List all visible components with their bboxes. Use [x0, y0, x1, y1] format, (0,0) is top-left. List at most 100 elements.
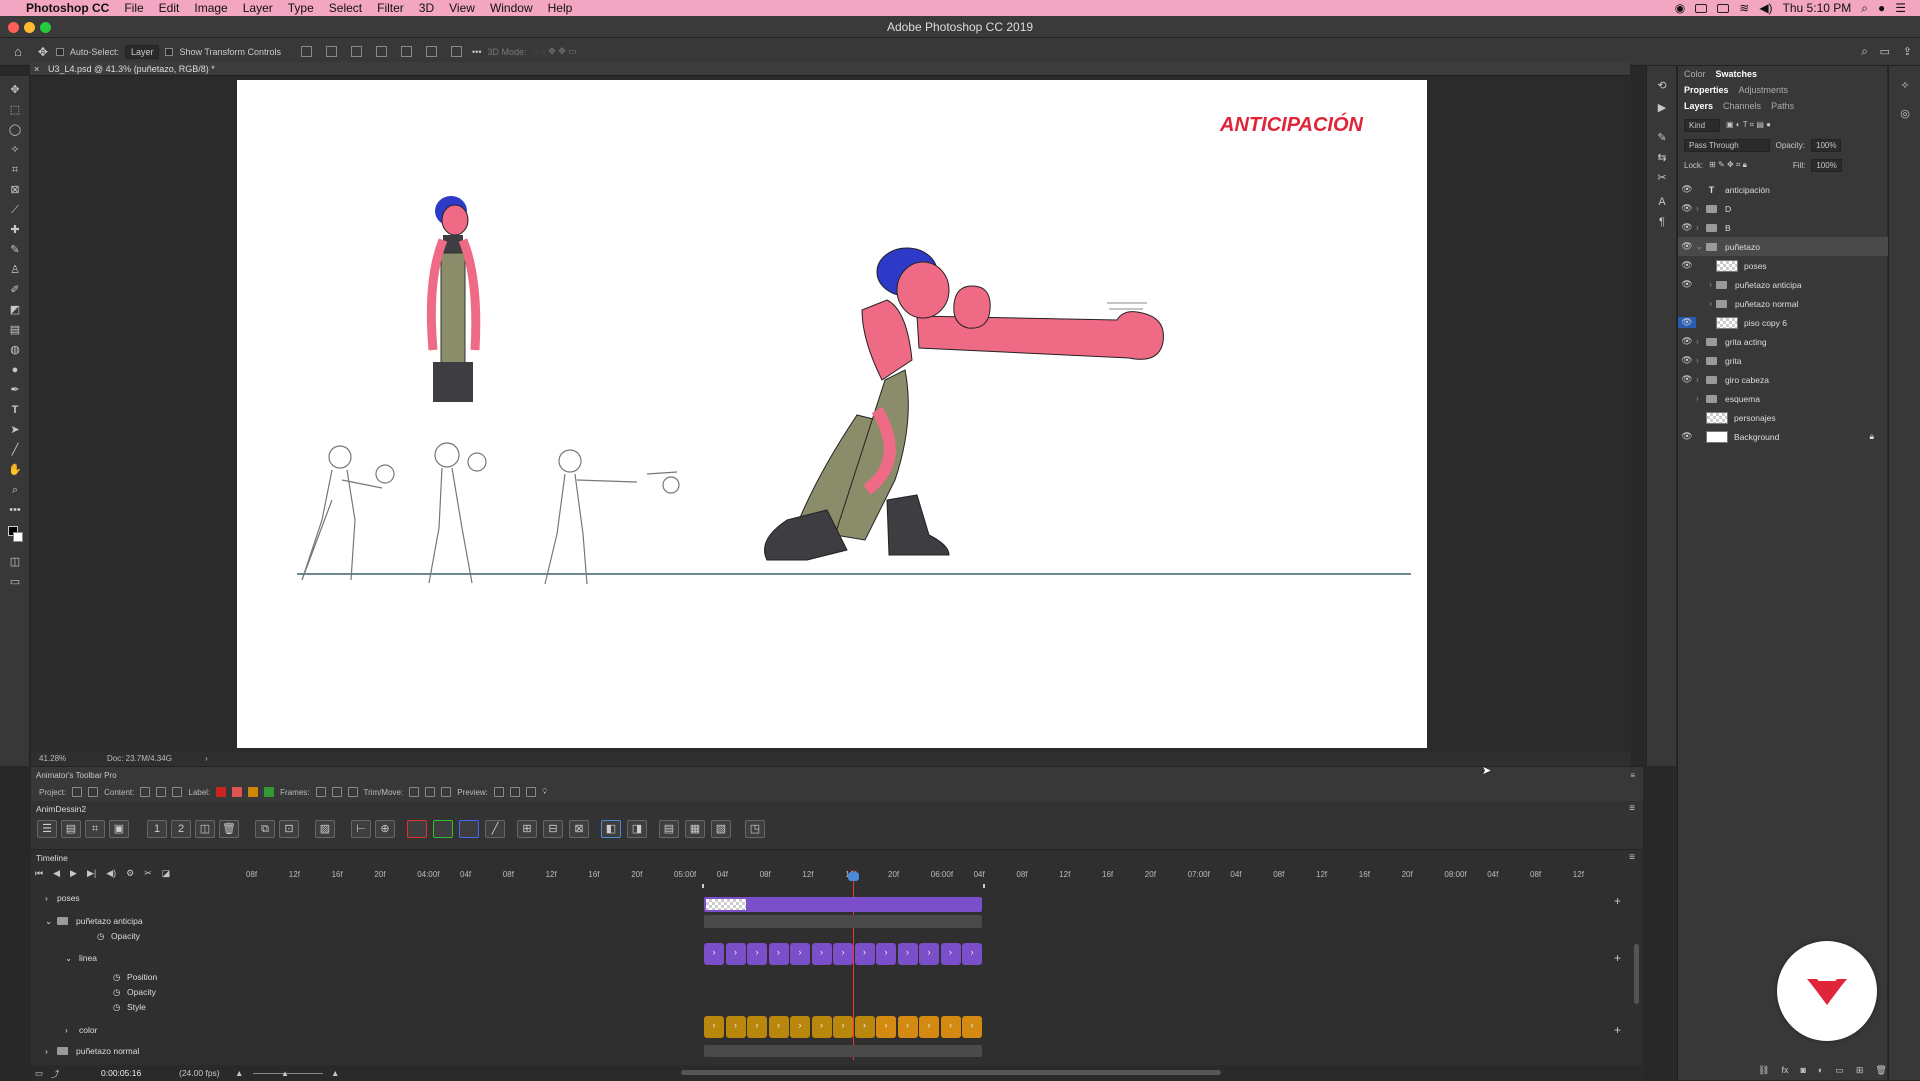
timecode[interactable]: 0:00:05:16 [101, 1068, 141, 1078]
layer-row[interactable]: 👁︎ Tanticipación [1678, 180, 1888, 199]
lasso-tool-icon[interactable]: ◯ [8, 124, 22, 136]
layer-row[interactable]: 👁︎ piso copy 6 [1678, 313, 1888, 332]
frame-cel[interactable]: › [940, 943, 961, 965]
screen-icon[interactable] [1717, 3, 1730, 13]
clip-group-normal[interactable] [704, 1045, 982, 1057]
align-center-icon[interactable] [326, 46, 338, 57]
screen-mode-icon[interactable]: ▭ [8, 576, 22, 588]
healing-brush-icon[interactable]: ✚ [8, 224, 22, 236]
tab-paths[interactable]: Paths [1771, 101, 1794, 111]
ad-button[interactable]: ⊞ [517, 820, 537, 838]
zoom-level[interactable]: 41.28% [39, 752, 66, 766]
label-yellow-swatch[interactable] [248, 787, 259, 797]
link-icon[interactable]: ⛓ [1758, 1065, 1769, 1076]
paragraph-icon[interactable]: ¶ [1655, 216, 1669, 228]
home-icon[interactable]: ⌂ [14, 44, 22, 59]
ad-button[interactable]: ▤ [61, 820, 81, 838]
chevron-down-icon[interactable]: ⌄ [1696, 242, 1706, 251]
tab-color[interactable]: Color [1684, 69, 1706, 79]
ad-button[interactable]: ▣ [109, 820, 129, 838]
track-poses[interactable]: › poses [31, 890, 231, 906]
frame-cel[interactable]: › [811, 943, 832, 965]
tab-properties[interactable]: Properties [1684, 85, 1729, 95]
move-tool-icon[interactable]: ✥ [38, 45, 48, 59]
ad-button[interactable]: 🗑︎ [219, 820, 239, 838]
frames-btn[interactable] [331, 787, 342, 797]
visibility-eye-icon[interactable]: 👁︎ [1678, 431, 1696, 442]
layer-row[interactable]: personajes [1678, 408, 1888, 427]
lock-icons[interactable]: ⊞ ✎ ✥ ⌗ 🔒︎ [1709, 160, 1747, 170]
brush-settings-icon[interactable]: ✎ [1655, 132, 1669, 144]
eraser-tool-icon[interactable]: ◩ [8, 304, 22, 316]
frame-cel[interactable]: › [962, 943, 982, 965]
frame-cel[interactable]: › [854, 943, 875, 965]
visibility-eye-icon[interactable]: 👁︎ [1678, 260, 1696, 271]
layer-row[interactable]: 👁︎ poses [1678, 256, 1888, 275]
trim-btn[interactable] [409, 787, 420, 797]
volume-icon[interactable]: ◀) [1759, 1, 1772, 15]
visibility-eye-icon[interactable]: 👁︎ [1678, 317, 1696, 328]
ad-button[interactable]: ⧉ [255, 820, 275, 838]
frame-cel[interactable]: › [833, 943, 853, 965]
render-icon[interactable]: ⤴ [51, 1068, 60, 1080]
ad-button-active[interactable]: ◧ [601, 820, 621, 838]
color-frames[interactable]: › › › › › › › › › › › › › [704, 1016, 982, 1040]
play-icon[interactable]: ▶ [1655, 102, 1669, 114]
onion-blue-button[interactable] [459, 820, 479, 838]
track-punetazo-normal[interactable]: › puñetazo normal [31, 1043, 231, 1059]
background-color-swatch[interactable] [13, 532, 23, 542]
kind-filter-dropdown[interactable]: Kind [1684, 118, 1721, 132]
move-tool-icon-2[interactable]: ✥ [8, 84, 22, 96]
layer-row[interactable]: › puñetazo normal [1678, 294, 1888, 313]
zoom-tool-icon[interactable]: ⌕ [8, 484, 22, 496]
chevron-right-icon[interactable]: › [1696, 337, 1706, 346]
label-red-swatch[interactable] [216, 787, 227, 797]
clock[interactable]: Thu 5:10 PM [1783, 1, 1852, 15]
magic-wand-icon[interactable]: ✧ [8, 144, 22, 156]
menu-layer[interactable]: Layer [243, 1, 273, 15]
trim-btn[interactable] [441, 787, 452, 797]
more-options-icon[interactable]: ••• [472, 47, 481, 57]
track-opacity[interactable]: ◷ Opacity [31, 928, 231, 944]
mask-icon[interactable]: ◙ [1800, 1065, 1805, 1076]
menu-app[interactable]: Photoshop CC [26, 1, 109, 15]
more-tools-icon[interactable]: ••• [8, 504, 22, 516]
playhead-handle[interactable] [848, 872, 859, 881]
add-media-icon[interactable]: + [1614, 894, 1621, 908]
content-btn[interactable] [156, 787, 167, 797]
visibility-eye-icon[interactable]: 👁︎ [1678, 203, 1696, 214]
document-tab[interactable]: × U3_L4.psd @ 41.3% (puñetazo, RGB/8) * [30, 62, 1630, 76]
linea-frames[interactable]: › › › › › › › › › › › › › [704, 943, 982, 967]
ad-button[interactable]: ⊠ [569, 820, 589, 838]
gradient-tool-icon[interactable]: ▤ [8, 324, 22, 336]
workspace-icon[interactable]: ▭ [1880, 45, 1890, 58]
frames-btn[interactable] [315, 787, 326, 797]
menu-help[interactable]: Help [548, 1, 573, 15]
tab-adjustments[interactable]: Adjustments [1739, 85, 1789, 95]
close-doc-icon[interactable]: × [34, 62, 39, 76]
chevron-right-icon[interactable]: › [1696, 280, 1716, 289]
convert-icon[interactable]: ▭ [35, 1068, 43, 1079]
chevron-right-icon[interactable]: › [1696, 204, 1706, 213]
character-icon[interactable]: A [1655, 196, 1669, 208]
crop-tool-icon[interactable]: ⌗ [8, 164, 22, 176]
visibility-eye-icon[interactable]: 👁︎ [1678, 222, 1696, 233]
pen-tool-icon[interactable]: ✒ [8, 384, 22, 396]
ad-button[interactable]: ⊡ [279, 820, 299, 838]
layer-row[interactable]: 👁︎ › puñetazo anticipa [1678, 275, 1888, 294]
frame-cel[interactable]: › [725, 943, 746, 965]
align-top-icon[interactable] [376, 46, 388, 57]
layer-row[interactable]: 👁︎ › grita acting [1678, 332, 1888, 351]
path-select-icon[interactable]: ➤ [8, 424, 22, 436]
frame-cel[interactable]: › [854, 1016, 875, 1038]
layer-row[interactable]: 👁︎ Background 🔒︎ [1678, 427, 1888, 446]
ad-button[interactable]: ⊕ [375, 820, 395, 838]
ad-button[interactable]: ▤ [659, 820, 679, 838]
frame-cel[interactable]: › [768, 943, 789, 965]
frame-cel[interactable]: › [876, 1016, 896, 1038]
frame-cel[interactable]: › [704, 943, 724, 965]
visibility-eye-icon[interactable]: 👁︎ [1678, 184, 1696, 195]
layer-row-selected[interactable]: 👁︎ ⌄ puñetazo [1678, 237, 1888, 256]
panel-menu-icon[interactable]: ≡ [1630, 767, 1635, 784]
frame-cel[interactable]: › [747, 943, 767, 965]
